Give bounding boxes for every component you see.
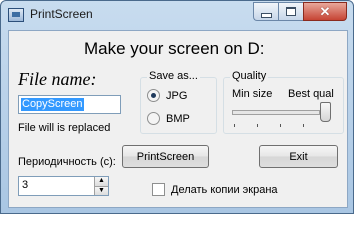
copies-checkbox-label: Делать копии экрана [171, 183, 278, 196]
caption-buttons: ✕ [253, 2, 347, 21]
slider-tick [257, 124, 258, 127]
radio-bmp[interactable]: BMP [147, 112, 190, 125]
slider-tick [280, 124, 281, 127]
window-title: PrintScreen [30, 7, 93, 21]
radio-bmp-label: BMP [166, 112, 190, 125]
page-heading: Make your screen on D: [84, 39, 265, 58]
copies-checkbox-row[interactable]: Делать копии экрана [152, 183, 278, 196]
radio-bmp-indicator[interactable] [147, 112, 160, 125]
quality-max-label: Best qual [288, 88, 334, 100]
quality-slider-thumb[interactable] [320, 102, 331, 122]
app-window: PrintScreen ✕ Make your screen on D: Fil… [0, 0, 354, 214]
quality-min-label: Min size [232, 88, 273, 100]
period-label: Периодичность (с): [18, 156, 116, 168]
period-spinbox[interactable]: 3 ▲ ▼ [18, 176, 109, 196]
app-icon [8, 8, 24, 22]
file-replace-note: File will is replaced [18, 122, 111, 134]
spin-up-button[interactable]: ▲ [94, 177, 108, 186]
copies-checkbox[interactable] [152, 183, 165, 196]
radio-jpg-label: JPG [166, 89, 188, 102]
spin-buttons: ▲ ▼ [94, 177, 108, 195]
minimize-button[interactable] [253, 2, 278, 21]
save-as-group-title: Save as... [147, 70, 200, 82]
quality-slider-track[interactable] [232, 110, 320, 115]
radio-jpg[interactable]: JPG [147, 89, 187, 102]
printscreen-button[interactable]: PrintScreen [122, 145, 209, 168]
quality-group-title: Quality [230, 70, 269, 82]
save-as-group: Save as... JPG BMP [140, 70, 217, 134]
period-value: 3 [22, 179, 29, 191]
spin-down-button[interactable]: ▼ [94, 185, 108, 195]
file-name-value: CopyScreen [21, 98, 84, 111]
file-name-input[interactable]: CopyScreen [18, 95, 121, 114]
file-name-label: File name: [18, 69, 97, 89]
title-bar[interactable]: PrintScreen ✕ [1, 1, 353, 29]
client-area: Make your screen on D: File name: CopySc… [8, 30, 348, 208]
maximize-button[interactable] [278, 2, 303, 21]
minimize-icon [260, 12, 272, 18]
close-icon: ✕ [319, 4, 331, 19]
quality-group: Quality Min size Best qual [223, 70, 344, 134]
slider-tick [234, 124, 235, 127]
slider-tick [303, 124, 304, 127]
close-button[interactable]: ✕ [303, 2, 347, 21]
maximize-icon [286, 7, 296, 16]
radio-jpg-indicator[interactable] [147, 89, 160, 102]
exit-button[interactable]: Exit [259, 145, 338, 168]
